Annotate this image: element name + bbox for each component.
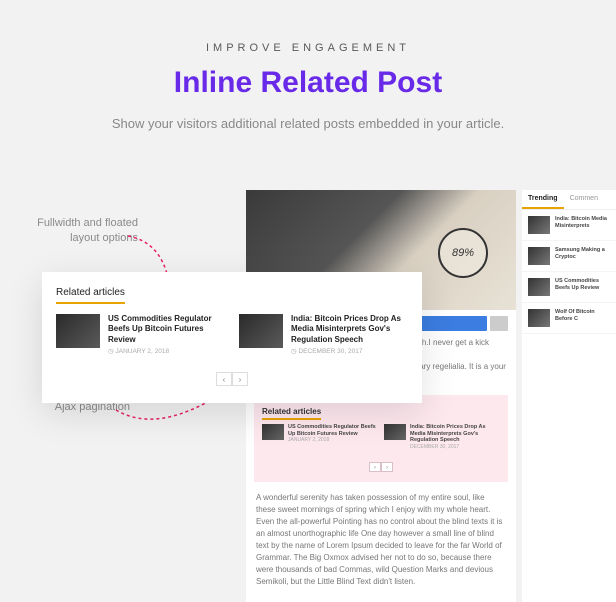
related-item-date: JANUARY 2, 2018 [108, 347, 225, 355]
thumbnail-image [528, 216, 550, 234]
related-widget-pink: Related articles US Commodities Regulato… [254, 395, 508, 482]
thumbnail-image [528, 309, 550, 327]
page-subtitle: Show your visitors additional related po… [93, 114, 523, 135]
prev-page-button[interactable]: ‹ [369, 462, 381, 472]
sidebar-item-title: Samsung Making a Cryptoc [555, 247, 610, 265]
sidebar-item-title: US Commodities Beefs Up Review [555, 278, 610, 296]
related-item-date: DECEMBER 30, 2017 [291, 347, 408, 355]
sidebar-item-title: India: Bitcoin Media Misinterprets [555, 216, 610, 234]
tab-comments[interactable]: Commen [564, 190, 604, 209]
sidebar-trending: Trending Commen India: Bitcoin Media Mis… [522, 190, 616, 602]
page-header: IMPROVE ENGAGEMENT Inline Related Post S… [0, 0, 616, 153]
next-page-button[interactable]: › [381, 462, 393, 472]
related-white-item[interactable]: India: Bitcoin Prices Drop As Media Misi… [239, 314, 408, 355]
prev-page-button[interactable]: ‹ [216, 372, 232, 386]
related-pink-pager: ‹› [262, 456, 500, 474]
related-item-title: India: Bitcoin Prices Drop As Media Misi… [291, 314, 408, 345]
related-item-title: US Commodities Regulator Beefs Up Bitcoi… [108, 314, 225, 345]
sidebar-item[interactable]: US Commodities Beefs Up Review [522, 272, 616, 303]
thumbnail-image [528, 247, 550, 265]
showcase-canvas: Fullwidth and floated layout options Aja… [0, 190, 616, 602]
related-pink-item[interactable]: US Commodities Regulator Beefs Up Bitcoi… [262, 424, 378, 450]
annotation-layout-options: Fullwidth and floated layout options [18, 216, 138, 247]
tab-trending[interactable]: Trending [522, 190, 564, 209]
related-pink-title: Related articles [262, 407, 321, 420]
share-more-button[interactable] [490, 316, 508, 331]
related-item-date: JANUARY 2, 2018 [288, 437, 378, 443]
thumbnail-image [384, 424, 406, 440]
related-item-date: DECEMBER 30, 2017 [410, 444, 500, 450]
related-item-title: US Commodities Regulator Beefs Up Bitcoi… [288, 424, 378, 437]
next-page-button[interactable]: › [232, 372, 248, 386]
thumbnail-image [56, 314, 100, 348]
page-title: Inline Related Post [20, 66, 596, 100]
sidebar-item[interactable]: Samsung Making a Cryptoc [522, 241, 616, 272]
related-pink-item[interactable]: India: Bitcoin Prices Drop As Media Misi… [384, 424, 500, 450]
sidebar-item[interactable]: Wolf Of Bitcoin Before C [522, 303, 616, 334]
related-white-item[interactable]: US Commodities Regulator Beefs Up Bitcoi… [56, 314, 225, 355]
eyebrow-text: IMPROVE ENGAGEMENT [20, 42, 596, 54]
related-white-pager: ‹› [56, 369, 408, 387]
thumbnail-image [239, 314, 283, 348]
related-item-title: India: Bitcoin Prices Drop As Media Misi… [410, 424, 500, 444]
related-white-title: Related articles [56, 287, 125, 304]
thumbnail-image [528, 278, 550, 296]
sidebar-item[interactable]: India: Bitcoin Media Misinterprets [522, 210, 616, 241]
sidebar-item-title: Wolf Of Bitcoin Before C [555, 309, 610, 327]
sidebar-tabs: Trending Commen [522, 190, 616, 210]
article-paragraph-3: A wonderful serenity has taken possessio… [246, 486, 516, 594]
related-widget-white: Related articles US Commodities Regulato… [42, 272, 422, 403]
thumbnail-image [262, 424, 284, 440]
